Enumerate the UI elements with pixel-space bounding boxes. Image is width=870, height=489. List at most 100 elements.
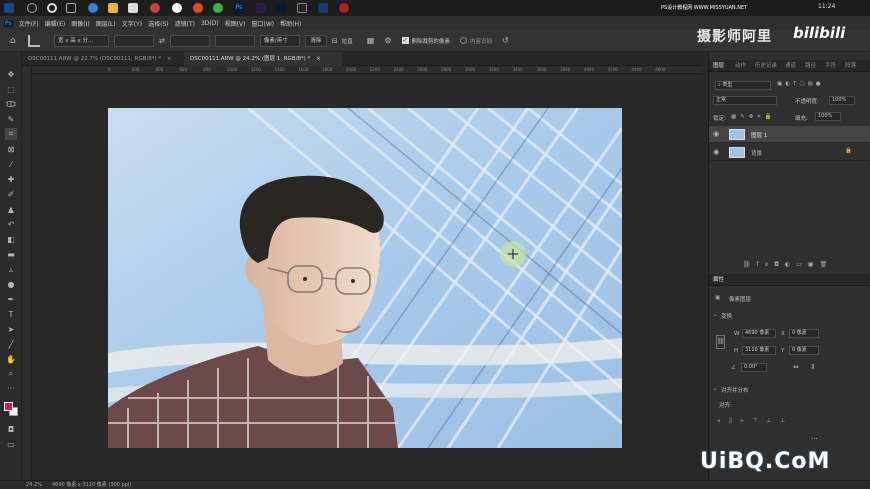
- resolution-input[interactable]: [214, 34, 255, 47]
- task-view-icon[interactable]: [66, 3, 76, 13]
- folder-icon[interactable]: [108, 3, 118, 13]
- shape-tool-icon[interactable]: ╱: [5, 338, 17, 350]
- zoom-level[interactable]: 24.2%: [26, 481, 42, 489]
- app-icon-orange[interactable]: [193, 3, 203, 13]
- tab-character[interactable]: 字符: [825, 60, 836, 72]
- pen-tool-icon[interactable]: ✒: [5, 293, 17, 305]
- close-icon[interactable]: ×: [316, 56, 321, 62]
- content-aware-checkbox[interactable]: [460, 37, 468, 44]
- y-field[interactable]: 0 像素: [789, 346, 819, 355]
- move-tool-icon[interactable]: ✥: [5, 68, 17, 80]
- tab-paths[interactable]: 路径: [805, 60, 816, 72]
- layer-name[interactable]: 背景: [751, 149, 762, 157]
- doc-tab-2[interactable]: DSC00111.ARW @ 24.2% (图层 1, RGB/8*) * ×: [184, 52, 342, 66]
- link-icon[interactable]: ⛓: [716, 335, 725, 349]
- search-icon[interactable]: [27, 3, 37, 13]
- align-icons[interactable]: ⫷⫼⫸⊤⊥⊥: [717, 418, 794, 425]
- menu-select[interactable]: 选择(S): [148, 19, 169, 28]
- wechat-icon[interactable]: [213, 3, 223, 13]
- lasso-tool-icon[interactable]: ↀ: [5, 98, 17, 110]
- width-input[interactable]: [114, 34, 154, 47]
- store-icon[interactable]: [128, 3, 138, 13]
- swap-icon[interactable]: ⇄: [159, 37, 165, 45]
- type-tool-icon[interactable]: T: [5, 308, 17, 320]
- layer-row-1[interactable]: ◉ 图层 1: [709, 126, 870, 143]
- align-section-title[interactable]: 对齐并分布: [721, 386, 749, 394]
- menu-file[interactable]: 文件(F): [19, 19, 39, 28]
- edge-icon[interactable]: [88, 3, 98, 13]
- brush-tool-icon[interactable]: ✐: [5, 188, 17, 200]
- more-tools-icon[interactable]: ···: [5, 382, 17, 394]
- menu-type[interactable]: 文字(Y): [122, 19, 142, 28]
- menu-layer[interactable]: 图层(L): [96, 19, 116, 28]
- windows-start-icon[interactable]: [4, 3, 14, 13]
- tab-history[interactable]: 历史记录: [755, 60, 777, 72]
- chevron-down-icon[interactable]: ⌄: [713, 386, 718, 392]
- premiere-icon[interactable]: [256, 3, 266, 13]
- unit-select[interactable]: 像素/英寸: [259, 34, 300, 47]
- home-icon[interactable]: ⌂: [10, 36, 20, 46]
- blur-tool-icon[interactable]: ▵: [5, 263, 17, 275]
- quick-mask-icon[interactable]: ◘: [5, 423, 17, 435]
- quick-select-tool-icon[interactable]: ✎: [5, 113, 17, 125]
- menu-image[interactable]: 图像(I): [71, 19, 89, 28]
- photo-canvas[interactable]: [108, 108, 622, 448]
- app-icon-blue[interactable]: [318, 3, 328, 13]
- tab-layers[interactable]: 图层: [713, 60, 724, 72]
- app-icon-record[interactable]: [339, 3, 349, 13]
- photoshop-taskbar-icon[interactable]: Ps: [234, 3, 244, 13]
- app-icon-red[interactable]: [150, 3, 160, 13]
- tab-channels[interactable]: 通道: [785, 60, 796, 72]
- x-field[interactable]: 0 像素: [789, 329, 819, 338]
- layer-row-2[interactable]: ◉ 背景 🔒: [709, 144, 870, 161]
- cortana-icon[interactable]: [47, 3, 57, 13]
- chevron-down-icon[interactable]: ⌄: [713, 312, 718, 318]
- height-field[interactable]: 3110 像素: [742, 346, 776, 355]
- width-field[interactable]: 4690 像素: [742, 329, 776, 338]
- menu-help[interactable]: 帮助(H): [280, 19, 301, 28]
- close-icon[interactable]: ×: [167, 56, 172, 62]
- menu-edit[interactable]: 编辑(E): [45, 19, 65, 28]
- fill-input[interactable]: 100%: [815, 112, 841, 121]
- history-brush-icon[interactable]: ↶: [5, 218, 17, 230]
- flip-vertical-icon[interactable]: ⇕: [810, 363, 816, 371]
- transform-section-title[interactable]: 变换: [721, 312, 732, 320]
- gradient-tool-icon[interactable]: ▬: [5, 248, 17, 260]
- menu-view[interactable]: 视图(V): [225, 19, 246, 28]
- tab-paragraph[interactable]: 段落: [845, 60, 856, 72]
- settings-gear-icon[interactable]: ⚙: [384, 36, 391, 45]
- tab-properties[interactable]: 属性: [713, 274, 724, 286]
- opacity-input[interactable]: 100%: [829, 96, 855, 105]
- delete-cropped-checkbox[interactable]: ✓: [401, 37, 409, 44]
- ratio-select[interactable]: 宽 x 高 x 分...: [54, 34, 109, 47]
- layer-kind-filter[interactable]: ⌕ 类型: [715, 81, 771, 90]
- zoom-tool-icon[interactable]: ⌕: [5, 368, 17, 380]
- frame-tool-icon[interactable]: ⊠: [5, 143, 17, 155]
- crop-tool-icon[interactable]: ⌗: [5, 128, 17, 140]
- straighten-icon[interactable]: ⊟: [332, 37, 338, 45]
- more-options[interactable]: ...: [811, 433, 818, 441]
- layer-name[interactable]: 图层 1: [751, 131, 767, 139]
- height-input[interactable]: [169, 34, 210, 47]
- eyedropper-tool-icon[interactable]: ⁄: [5, 158, 17, 170]
- doc-tab-1[interactable]: DSC00111.ARW @ 22.7% (DSC00111, RGB/8*) …: [22, 52, 182, 66]
- crop-tool-icon[interactable]: [28, 34, 40, 47]
- flip-horizontal-icon[interactable]: ⇔: [793, 363, 799, 371]
- stamp-tool-icon[interactable]: ▲: [5, 203, 17, 215]
- bridge-icon[interactable]: [276, 3, 286, 13]
- visibility-eye-icon[interactable]: ◉: [713, 148, 719, 156]
- eraser-tool-icon[interactable]: ◧: [5, 233, 17, 245]
- straighten-label[interactable]: 拉直: [342, 37, 353, 45]
- path-select-icon[interactable]: ➤: [5, 323, 17, 335]
- layer-action-icons[interactable]: ⛓fx◘◐▭▣🗑: [743, 261, 833, 268]
- lock-icons[interactable]: ▦✎✥⌗🔒: [731, 114, 775, 121]
- dodge-tool-icon[interactable]: ●: [5, 278, 17, 290]
- app-icon-dark[interactable]: [297, 3, 307, 13]
- angle-field[interactable]: 0.00°: [741, 363, 767, 372]
- blend-mode-select[interactable]: 正常: [713, 96, 777, 105]
- healing-tool-icon[interactable]: ✚: [5, 173, 17, 185]
- reset-icon[interactable]: ↺: [502, 36, 509, 45]
- hand-tool-icon[interactable]: ✋: [5, 353, 17, 365]
- menu-window[interactable]: 窗口(W): [252, 19, 275, 28]
- tab-actions[interactable]: 动作: [735, 60, 746, 72]
